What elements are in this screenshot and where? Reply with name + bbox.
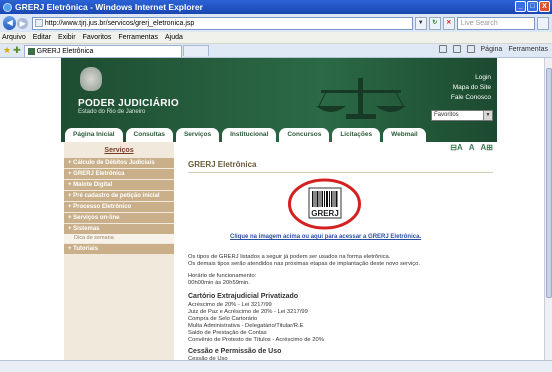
menu-ferramentas[interactable]: Ferramentas [118,34,158,41]
feeds-icon[interactable] [452,45,461,53]
title-divider [188,172,493,173]
menu-editar[interactable]: Editar [33,34,51,41]
menu-ajuda[interactable]: Ajuda [165,34,183,41]
nav-institucional[interactable]: Institucional [222,128,277,142]
stop-icon[interactable]: ✕ [442,16,455,30]
page-icon [34,19,43,27]
sidebar-item-processo[interactable]: + Processo Eletrônico [64,202,174,212]
sidebar-item-grerj[interactable]: + GRERJ Eletrônica [64,169,174,179]
search-icon[interactable] [537,16,549,30]
grerj-logo-image[interactable]: GRERJ [287,178,362,230]
intro-line-2: Os demais tipos serão atendidos nas próx… [188,261,421,267]
page-title: GRERJ Eletrônica [188,160,257,169]
address-bar[interactable]: http://www.tjrj.jus.br/servicos/grerj_el… [31,16,413,30]
sidebar-item-calculo[interactable]: + Cálculo de Débitos Judiciais [64,158,174,168]
section-cartorio-title: Cartório Extrajudicial Privatizado [188,293,299,300]
chevron-down-icon: ▼ [483,111,492,120]
font-increase-button[interactable]: A⊞ [481,143,493,152]
nav-concursos[interactable]: Concursos [279,128,330,142]
print-icon[interactable] [466,45,475,53]
minimize-button[interactable]: _ [515,1,526,12]
home-icon[interactable] [438,45,447,53]
font-size-controls: ⊟A A A⊞ [450,143,493,152]
site-header: PODER JUDICIÁRIO Estado do Rio de Janeir… [61,58,497,142]
font-decrease-button[interactable]: ⊟A [450,143,462,152]
favorites-select-value: Favoritos [434,112,459,118]
tab-favicon-icon [27,47,35,55]
nav-consultas[interactable]: Consultas [125,128,173,142]
tab-label: GRERJ Eletrônica [36,47,94,55]
scrollbar-thumb[interactable] [546,68,552,298]
back-button[interactable]: ◀ [3,16,17,30]
nav-webmail[interactable]: Webmail [383,128,426,142]
close-button[interactable]: X [539,1,550,12]
scales-of-justice-icon [316,78,406,119]
menu-favoritos[interactable]: Favoritos [83,34,112,41]
command-bar: Página Ferramentas [438,45,548,53]
login-link[interactable]: Login [451,73,491,83]
dropdown-icon[interactable]: ▼ [414,16,427,30]
sidebar-subitem-dica[interactable]: Dica de semana [64,234,174,243]
sidebar-item-servicos-online[interactable]: + Serviços on-line [64,213,174,223]
font-normal-button[interactable]: A [469,143,475,152]
coat-of-arms-icon [80,67,102,91]
tab-row: ★ ✚ GRERJ Eletrônica Página Ferramentas [0,44,552,58]
horario-value: 00h00min às 20h59min. [188,280,250,286]
menu-exibir[interactable]: Exibir [58,34,76,41]
address-row: ◀ ▶ http://www.tjrj.jus.br/servicos/grer… [0,14,552,32]
sidebar-title[interactable]: Serviços [64,145,174,157]
favorites-star-icon[interactable]: ★ [3,45,11,56]
address-url: http://www.tjrj.jus.br/servicos/grerj_el… [44,19,195,27]
vertical-scrollbar[interactable] [544,58,552,360]
add-favorite-icon[interactable]: ✚ [13,45,21,56]
sidebar-item-malote[interactable]: + Malote Digital [64,180,174,190]
sidebar-item-tutoriais[interactable]: + Tutoriais [64,244,174,254]
window-title: GRERJ Eletrônica - Windows Internet Expl… [15,2,203,12]
title-bar: GRERJ Eletrônica - Windows Internet Expl… [0,0,552,14]
refresh-icon[interactable]: ↻ [428,16,441,30]
logo-text: GRERJ [311,209,339,218]
site-map-link[interactable]: Mapa do Site [451,83,491,93]
menu-bar: Arquivo Editar Exibir Favoritos Ferramen… [0,32,552,44]
menu-arquivo[interactable]: Arquivo [2,34,26,41]
favorites-select[interactable]: Favoritos ▼ [431,110,493,121]
page-menu[interactable]: Página [481,46,503,53]
list-item: Convênio de Protesto de Títulos - Acrésc… [188,337,324,343]
sidebar-item-sistemas[interactable]: + Sistemas [64,224,174,234]
main-content: ⊟A A A⊞ GRERJ Eletrônica GRERJ Clique na… [184,142,497,362]
nav-servicos[interactable]: Serviços [175,128,220,142]
page-content: Serviços + Cálculo de Débitos Judiciais … [61,142,497,362]
maximize-button[interactable]: □ [527,1,538,12]
header-links: Login Mapa do Site Fale Conosco [451,73,491,103]
sidebar-item-pre-cadastro[interactable]: + Pré cadastro de petição inicial [64,191,174,201]
site-nav: Página Inicial Consultas Serviços Instit… [61,125,497,142]
ie-logo-icon [3,2,12,12]
tools-menu[interactable]: Ferramentas [508,46,548,53]
nav-pagina-inicial[interactable]: Página Inicial [65,128,123,142]
search-input[interactable]: Live Search [456,16,536,30]
nav-licitacoes[interactable]: Licitações [332,128,381,142]
window-controls: _ □ X [515,1,550,12]
new-tab-button[interactable] [182,45,209,56]
access-grerj-link[interactable]: Clique na imagem acima ou aqui para aces… [230,234,421,240]
browser-tab[interactable]: GRERJ Eletrônica [23,44,182,57]
section-cessao-title: Cessão e Permissão de Uso [188,348,282,355]
sidebar: Serviços + Cálculo de Débitos Judiciais … [64,142,174,360]
contact-link[interactable]: Fale Conosco [451,93,491,103]
org-state: Estado do Rio de Janeiro [78,109,146,115]
org-name: PODER JUDICIÁRIO [78,98,179,109]
status-bar [0,360,552,372]
address-buttons: ▼ ↻ ✕ [414,16,455,30]
forward-button[interactable]: ▶ [17,17,28,29]
